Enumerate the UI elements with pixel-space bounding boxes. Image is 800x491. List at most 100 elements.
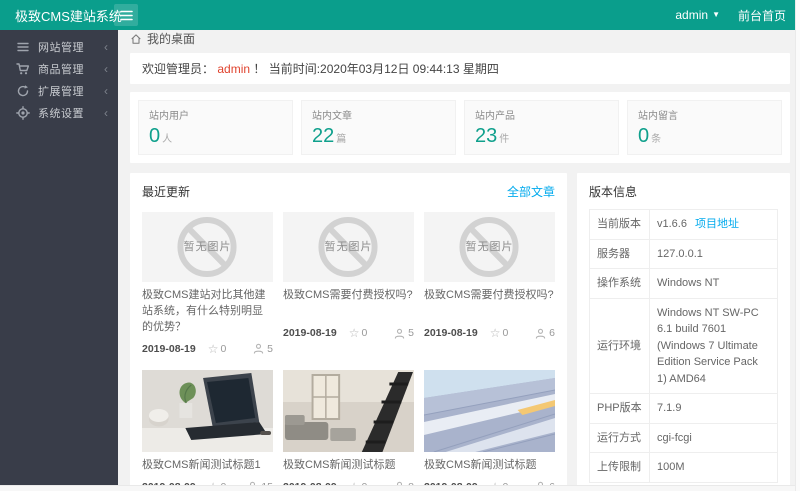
table-row: 当前版本 v1.6.6项目地址 [590, 210, 778, 240]
article-title[interactable]: 极致CMS新闻测试标题 [283, 458, 414, 474]
admin-user-menu[interactable]: admin ▼ [675, 8, 720, 22]
person-icon [253, 343, 264, 354]
star-count: ☆0 [349, 326, 368, 340]
article-title[interactable]: 极致CMS需要付费授权吗? [424, 288, 555, 320]
view-count: 5 [394, 327, 414, 339]
app-title: 极致CMS建站系统 [0, 6, 104, 25]
admin-dashboard: 极致CMS建站系统 admin ▼ 前台首页 [0, 0, 800, 491]
chevron-left-icon: ‹ [104, 84, 108, 98]
table-row: 运行环境 Windows NT SW-PC 6.1 build 7601 (Wi… [590, 298, 778, 394]
star-icon: ☆ [349, 326, 360, 340]
right-column: 版本信息 当前版本 v1.6.6项目地址 服务器 127.0.0.1 [577, 173, 790, 491]
version-value: v1.6.6 [657, 218, 687, 230]
admin-username: admin [675, 8, 708, 22]
article-card[interactable]: 暂无图片 极致CMS需要付费授权吗? 2019-08-19 ☆0 6 [424, 212, 555, 356]
table-row: 上传限制 100M [590, 453, 778, 483]
article-card[interactable]: 暂无图片 极致CMS建站对比其他建站系统，有什么特别明显的优势？ 2019-08… [142, 212, 273, 356]
breadcrumb-label[interactable]: 我的桌面 [147, 30, 195, 47]
project-url-link[interactable]: 项目地址 [695, 218, 739, 230]
list-icon [16, 40, 30, 54]
star-icon: ☆ [208, 342, 219, 356]
front-site-link[interactable]: 前台首页 [738, 7, 786, 24]
table-row: 运行方式 cgi-fcgi [590, 423, 778, 453]
version-info-panel: 版本信息 当前版本 v1.6.6项目地址 服务器 127.0.0.1 [577, 173, 790, 491]
version-table: 当前版本 v1.6.6项目地址 服务器 127.0.0.1 操作系统 Windo… [589, 209, 778, 483]
stat-value: 23件 [475, 125, 608, 147]
home-icon [130, 33, 142, 45]
breadcrumb: 我的桌面 [118, 30, 800, 47]
article-card[interactable]: 暂无图片 极致CMS需要付费授权吗? 2019-08-19 ☆0 5 [283, 212, 414, 356]
table-row: 操作系统 Windows NT [590, 269, 778, 299]
stats-row: 站内用户 0人 站内文章 22篇 站内产品 23件 站内留言 0条 [130, 92, 790, 163]
star-icon: ☆ [490, 326, 501, 340]
article-title[interactable]: 极致CMS建站对比其他建站系统，有什么特别明显的优势？ [142, 288, 273, 336]
welcome-prefix: 欢迎管理员： [142, 62, 214, 76]
welcome-admin-name: admin [217, 62, 250, 76]
sidebar-item-extensions[interactable]: 扩展管理 ‹ [0, 80, 118, 102]
article-title[interactable]: 极致CMS新闻测试标题1 [142, 458, 273, 474]
stat-card-products: 站内产品 23件 [464, 100, 619, 155]
article-card[interactable]: 极致CMS新闻测试标题 2019-08-09 ☆0 6 [424, 370, 555, 491]
recent-updates-panel: 最近更新 全部文章 暂无图 [130, 173, 567, 491]
article-meta: 2019-08-19 ☆0 5 [283, 326, 414, 340]
no-image-placeholder: 暂无图片 [283, 212, 414, 282]
version-panel-title: 版本信息 [589, 185, 637, 199]
person-icon [394, 328, 405, 339]
cart-icon [16, 62, 30, 76]
chevron-left-icon: ‹ [104, 106, 108, 120]
view-count: 5 [253, 343, 273, 355]
stat-value: 22篇 [312, 125, 445, 147]
stat-value: 0人 [149, 125, 282, 147]
article-thumbnail-roof [424, 370, 555, 452]
recent-panel-head: 最近更新 全部文章 [142, 183, 555, 200]
article-card[interactable]: 极致CMS新闻测试标题1 2019-08-09 ☆0 15 [142, 370, 273, 491]
article-card[interactable]: 极致CMS新闻测试标题 2019-08-09 ☆0 8 [283, 370, 414, 491]
sidebar-nav: 网站管理 ‹ 商品管理 ‹ [0, 30, 118, 485]
hamburger-icon [120, 10, 133, 21]
vertical-scrollbar[interactable] [795, 0, 800, 491]
article-thumbnail-desk [142, 370, 273, 452]
no-image-placeholder: 暂无图片 [424, 212, 555, 282]
sidebar-item-settings[interactable]: 系统设置 ‹ [0, 102, 118, 124]
no-image-text: 暂无图片 [283, 238, 414, 254]
stat-value: 0条 [638, 125, 771, 147]
article-title[interactable]: 极致CMS新闻测试标题 [424, 458, 555, 474]
body-wrap: 网站管理 ‹ 商品管理 ‹ [0, 30, 800, 485]
view-count: 6 [535, 327, 555, 339]
gear-icon [16, 106, 30, 120]
all-articles-link[interactable]: 全部文章 [507, 183, 555, 200]
top-header: 极致CMS建站系统 admin ▼ 前台首页 [0, 0, 800, 30]
chevron-down-icon: ▼ [712, 11, 720, 19]
no-image-text: 暂无图片 [142, 238, 273, 254]
sidebar-toggle-button[interactable] [114, 4, 138, 26]
recent-title: 最近更新 [142, 183, 190, 200]
no-image-text: 暂无图片 [424, 238, 555, 254]
stat-card-users: 站内用户 0人 [138, 100, 293, 155]
sidebar-item-website[interactable]: 网站管理 ‹ [0, 36, 118, 58]
article-date: 2019-08-19 [283, 327, 337, 339]
horizontal-scrollbar[interactable] [0, 485, 800, 491]
welcome-time: ！ 当前时间:2020年03月12日 09:44:13 星期四 [253, 62, 498, 76]
stat-card-messages: 站内留言 0条 [627, 100, 782, 155]
star-count: ☆0 [490, 326, 509, 340]
extension-icon [16, 84, 30, 98]
article-thumbnail-loft [283, 370, 414, 452]
welcome-banner: 欢迎管理员： admin ！ 当前时间:2020年03月12日 09:44:13… [130, 53, 790, 84]
person-icon [535, 328, 546, 339]
no-image-placeholder: 暂无图片 [142, 212, 273, 282]
stat-card-articles: 站内文章 22篇 [301, 100, 456, 155]
loft-photo [283, 370, 414, 452]
article-meta: 2019-08-19 ☆0 6 [424, 326, 555, 340]
article-grid: 暂无图片 极致CMS建站对比其他建站系统，有什么特别明显的优势？ 2019-08… [142, 212, 555, 491]
article-meta: 2019-08-19 ☆0 5 [142, 342, 273, 356]
chevron-left-icon: ‹ [104, 62, 108, 76]
content: 欢迎管理员： admin ！ 当前时间:2020年03月12日 09:44:13… [118, 47, 800, 491]
sidebar-item-products[interactable]: 商品管理 ‹ [0, 58, 118, 80]
article-title[interactable]: 极致CMS需要付费授权吗? [283, 288, 414, 320]
article-date: 2019-08-19 [424, 327, 478, 339]
main-area: 我的桌面 欢迎管理员： admin ！ 当前时间:2020年03月12日 09:… [118, 30, 800, 485]
roof-photo [424, 370, 555, 452]
desk-photo [142, 370, 273, 452]
star-count: ☆0 [208, 342, 227, 356]
table-row: 服务器 127.0.0.1 [590, 239, 778, 269]
